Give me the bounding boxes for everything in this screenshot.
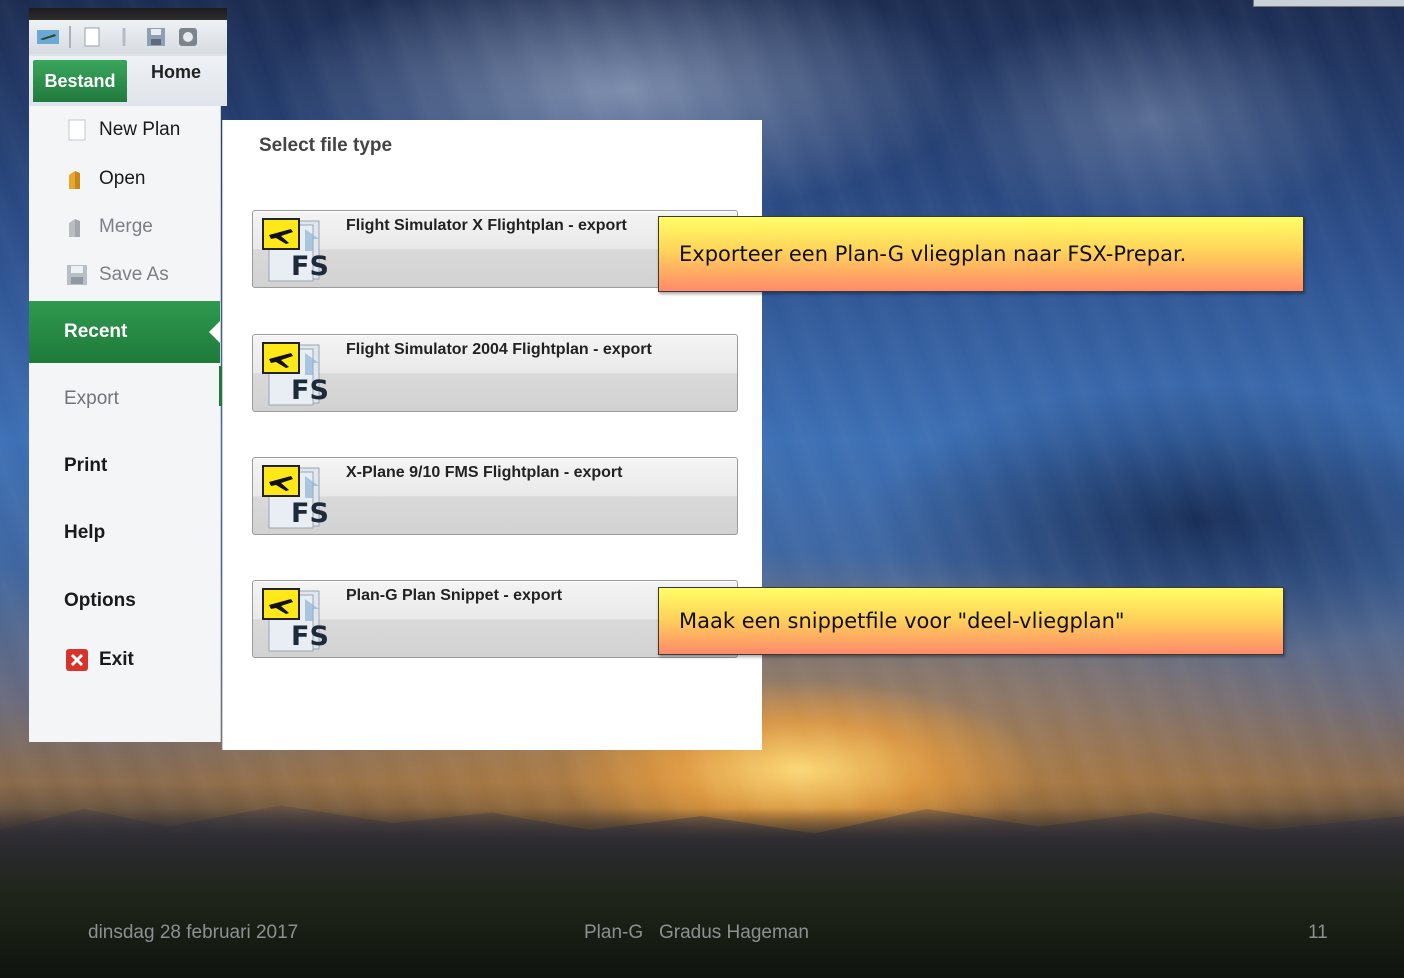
fs-icon-text: FS [291, 621, 329, 652]
close-icon [65, 648, 89, 672]
pin-icon[interactable] [113, 26, 135, 48]
new-icon[interactable] [81, 26, 103, 48]
export-panel: Select file type FS Flight Simulator X F… [222, 120, 762, 750]
ribbon-tabs: Bestand Home [29, 56, 227, 106]
footer-date: dinsdag 28 februari 2017 [88, 922, 299, 943]
open-command[interactable]: Open [65, 167, 145, 191]
app-plane-icon[interactable] [37, 26, 59, 48]
command-label: Exit [99, 649, 134, 670]
nav-print[interactable]: Print [64, 455, 107, 477]
new-document-icon [65, 118, 89, 142]
quick-access-toolbar [29, 8, 227, 56]
slide-number: 11 [1308, 922, 1328, 943]
merge-command[interactable]: Merge [65, 215, 153, 239]
export-option-label: Plan-G Plan Snippet - export [346, 587, 563, 604]
backstage-menu: New Plan Open Merge Save As Recent Expor… [29, 106, 221, 742]
export-option-label: Flight Simulator X Flightplan - export [346, 217, 627, 234]
new-plan-command[interactable]: New Plan [65, 118, 180, 142]
nav-options[interactable]: Options [64, 590, 136, 612]
plan-g-window: Bestand Home New Plan Open Merge Save As… [29, 8, 762, 750]
fs-icon-text: FS [291, 251, 329, 282]
footer-title: Plan-G Gradus Hageman [584, 922, 809, 943]
export-option-label: Flight Simulator 2004 Flightplan - expor… [346, 341, 652, 358]
options-icon[interactable] [177, 26, 199, 48]
quick-access-bar [29, 20, 227, 54]
callout-snippet: Maak een snippetfile voor "deel-vliegpla… [658, 587, 1284, 655]
fs-icon-text: FS [291, 375, 329, 406]
save-as-command[interactable]: Save As [65, 263, 169, 287]
fs-icon-text: FS [291, 498, 329, 529]
save-icon [65, 263, 89, 287]
save-icon[interactable] [145, 26, 167, 48]
panel-title: Select file type [259, 135, 393, 156]
corner-thumbnail [1253, 0, 1404, 7]
city-landscape [0, 808, 1404, 978]
merge-icon [65, 215, 89, 239]
nav-help[interactable]: Help [64, 522, 105, 544]
nav-recent[interactable]: Recent [29, 301, 220, 363]
command-label: Merge [99, 216, 153, 237]
folder-open-icon [65, 167, 89, 191]
command-label: New Plan [99, 119, 181, 140]
exit-command[interactable]: Exit [65, 648, 134, 672]
toolbar-separator [69, 26, 71, 48]
nav-export[interactable]: Export [64, 388, 119, 410]
command-label: Save As [99, 264, 169, 285]
export-option-label: X-Plane 9/10 FMS Flightplan - export [346, 464, 623, 481]
export-fs2004-button[interactable]: FS Flight Simulator 2004 Flightplan - ex… [252, 334, 738, 412]
command-label: Open [99, 168, 146, 189]
callout-fsx-export: Exporteer een Plan-G vliegplan naar FSX-… [658, 216, 1304, 292]
tab-home[interactable]: Home [151, 62, 201, 83]
export-xplane-button[interactable]: FS X-Plane 9/10 FMS Flightplan - export [252, 457, 738, 535]
tab-bestand[interactable]: Bestand [33, 60, 127, 102]
